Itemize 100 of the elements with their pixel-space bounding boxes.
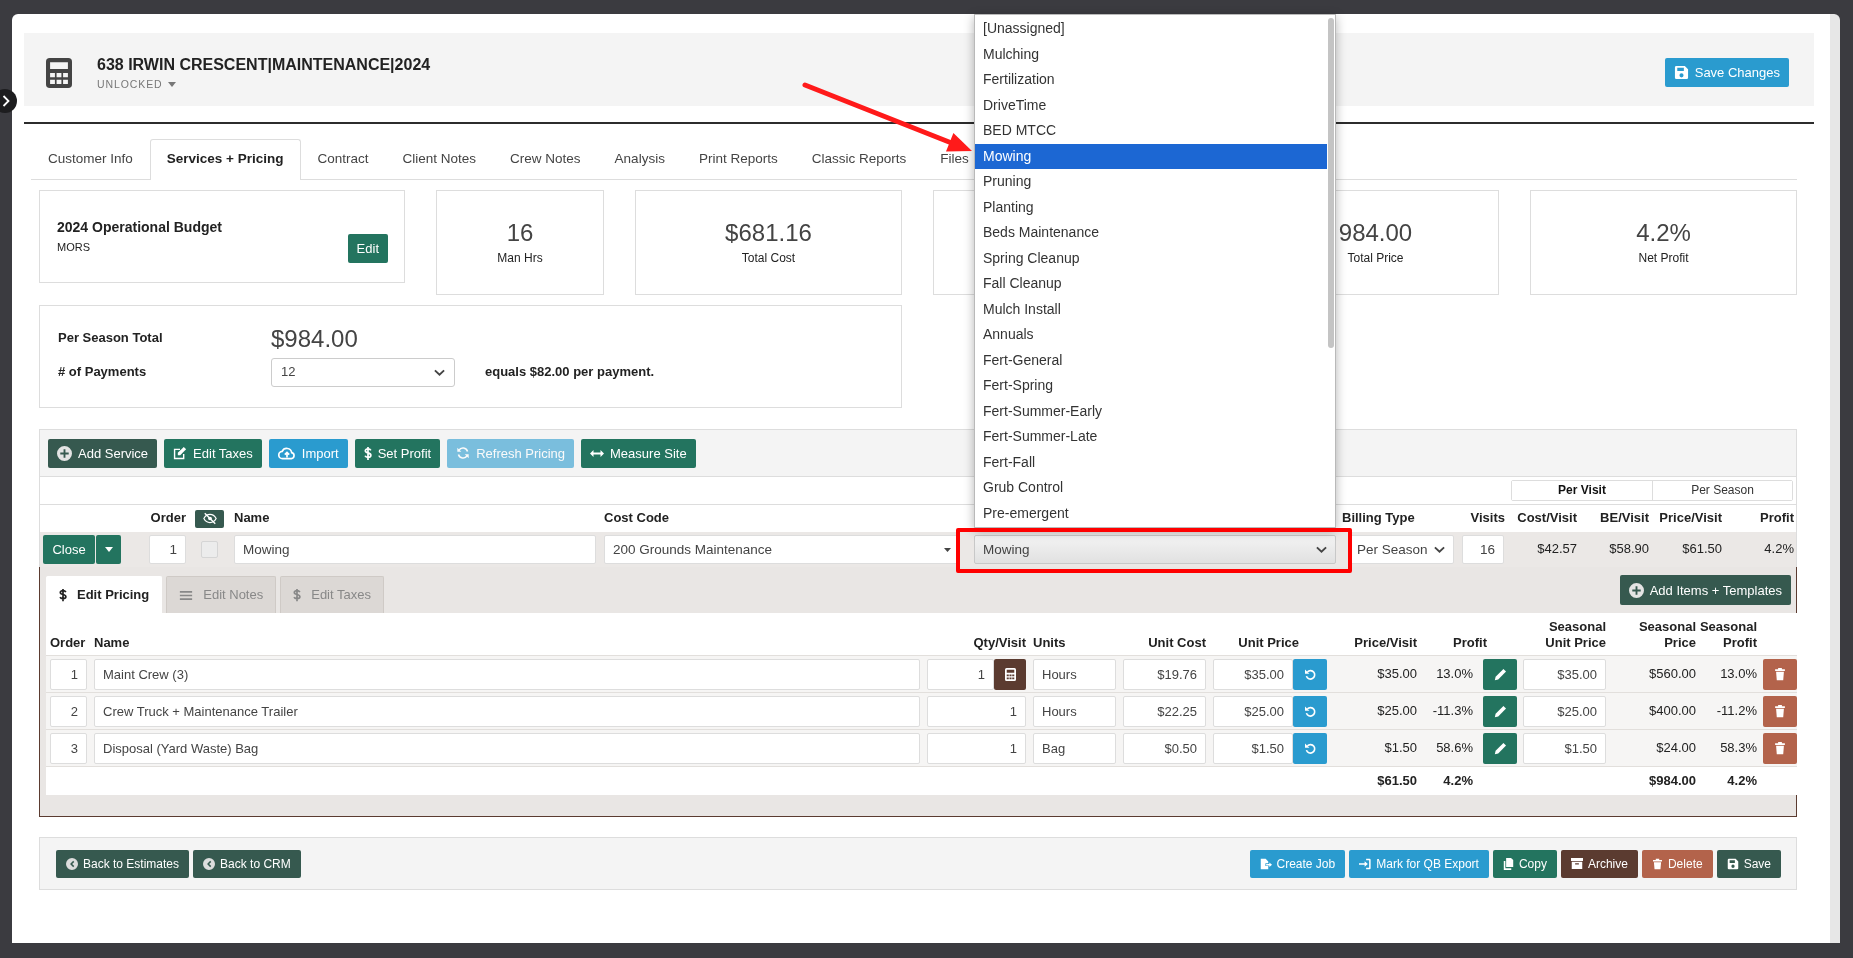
trash-icon (1774, 741, 1786, 755)
menu-option[interactable]: BED MTCC (975, 118, 1327, 144)
menu-option[interactable]: Beds Maintenance (975, 220, 1327, 246)
column-header: Units (1033, 635, 1066, 651)
seasonal-unit-price-field[interactable]: $25.00 (1523, 695, 1606, 727)
column-header: Order (50, 635, 86, 651)
archive-icon (1570, 858, 1583, 869)
menu-option[interactable]: Fert-Summer-Early (975, 398, 1327, 424)
menu-option[interactable]: Planting (975, 194, 1327, 220)
add-items-button[interactable]: Add Items + Templates (1619, 575, 1791, 605)
tab[interactable]: Edit Pricing (46, 576, 163, 613)
edit-profit-button[interactable] (1483, 695, 1517, 727)
quantity-field[interactable]: 1 (927, 732, 1026, 764)
menu-option[interactable]: [Unassigned] (975, 16, 1327, 42)
unit-price-field[interactable]: $1.50 (1213, 732, 1293, 764)
reset-price-button[interactable] (1293, 732, 1327, 764)
column-header: BE/Visit (1600, 510, 1649, 527)
menu-option[interactable]: Annuals (975, 322, 1327, 348)
item-name-field[interactable]: Crew Truck + Maintenance Trailer (94, 695, 920, 727)
measure-site-button[interactable]: Measure Site (581, 438, 696, 468)
close-options-button[interactable] (96, 535, 121, 564)
tab[interactable]: Print Reports (681, 139, 795, 179)
item-name-field[interactable]: Maint Crew (3) (94, 658, 920, 690)
quantity-field[interactable]: 1 (927, 695, 1026, 727)
tab[interactable]: Classic Reports (794, 139, 924, 179)
order-field[interactable]: 1 (50, 658, 87, 690)
delete-button[interactable]: Delete (1641, 849, 1713, 878)
price-per-visit-text: $25.00 (1377, 702, 1417, 720)
stat-value: 16 (506, 219, 534, 247)
menu-option[interactable]: Fert-Spring (975, 373, 1327, 399)
toggle-option[interactable]: Per Season (1652, 481, 1792, 500)
menu-option[interactable]: Fert-Summer-Late (975, 424, 1327, 450)
item-name-field[interactable]: Disposal (Yard Waste) Bag (94, 732, 920, 764)
scrollbar-thumb[interactable] (1328, 18, 1334, 348)
order-field[interactable]: 1 (149, 535, 186, 564)
unit-price-field[interactable]: $35.00 (1213, 658, 1293, 690)
reset-price-button[interactable] (1293, 658, 1327, 690)
back-to-crm-button[interactable]: Back to CRM (193, 849, 301, 878)
edit-profit-button[interactable] (1483, 732, 1517, 764)
archive-button[interactable]: Archive (1560, 849, 1638, 878)
units-field[interactable]: Hours (1033, 658, 1116, 690)
save-button[interactable]: Save (1716, 849, 1781, 878)
menu-option[interactable]: Fert-General (975, 347, 1327, 373)
hide-columns-button[interactable] (195, 509, 224, 528)
set-profit-button[interactable]: Set Profit (354, 438, 441, 468)
order-field[interactable]: 2 (50, 695, 87, 727)
menu-option[interactable]: Fertilization (975, 67, 1327, 93)
menu-option[interactable]: Pruning (975, 169, 1327, 195)
menu-option[interactable]: Fall Cleanup (975, 271, 1327, 297)
menu-option[interactable]: Mulching (975, 41, 1327, 67)
seasonal-profit-text: -11.2% (1716, 702, 1757, 720)
menu-option[interactable]: Spring Cleanup (975, 245, 1327, 271)
payments-select[interactable]: 12 (271, 358, 455, 387)
menu-option[interactable]: DriveTime (975, 92, 1327, 118)
add-service-button[interactable]: Add Service (48, 438, 158, 468)
quantity-field[interactable]: 1 (927, 658, 994, 690)
order-field[interactable]: 3 (50, 732, 87, 764)
unit-cost-field[interactable]: $22.25 (1123, 695, 1206, 727)
edit-button[interactable]: Edit (347, 234, 388, 263)
edit-taxes-button[interactable]: Edit Taxes (164, 438, 262, 468)
total-seasonal-profit-text: 4.2% (1727, 772, 1757, 790)
delete-row-button[interactable] (1763, 658, 1797, 690)
seasonal-price-text: $560.00 (1649, 665, 1696, 683)
service-name-field[interactable]: Mowing (234, 535, 596, 564)
visits-field[interactable]: 16 (1462, 535, 1504, 564)
edit-icon (173, 446, 188, 460)
close-button[interactable]: Close (43, 535, 95, 564)
chevron-right-icon[interactable] (0, 89, 17, 113)
seasonal-unit-price-field[interactable]: $35.00 (1523, 658, 1606, 690)
tab[interactable]: Services + Pricing (149, 139, 301, 180)
menu-option[interactable]: Grub Control (975, 475, 1327, 501)
unit-price-field[interactable]: $25.00 (1213, 695, 1293, 727)
column-header: Profit (1453, 635, 1487, 651)
stat-value: 4.2% (1636, 219, 1691, 247)
service-select[interactable]: Mowing (974, 535, 1336, 564)
menu-option[interactable]: Mulch Install (975, 296, 1327, 322)
copy-button[interactable]: Copy (1492, 849, 1557, 878)
tab[interactable]: Analysis (597, 139, 682, 179)
calculator-button[interactable] (994, 658, 1026, 690)
reset-price-button[interactable] (1293, 695, 1327, 727)
delete-row-button[interactable] (1763, 732, 1797, 764)
unit-cost-field[interactable]: $19.76 (1123, 658, 1206, 690)
back-to-estimates-button[interactable]: Back to Estimates (56, 849, 190, 878)
edit-profit-button[interactable] (1483, 658, 1517, 690)
unit-cost-field[interactable]: $0.50 (1123, 732, 1206, 764)
delete-row-button[interactable] (1763, 695, 1797, 727)
tab[interactable]: Customer Info (31, 139, 150, 179)
menu-option[interactable]: Fert-Fall (975, 449, 1327, 475)
units-field[interactable]: Bag (1033, 732, 1116, 764)
lock-status-toggle[interactable]: UNLOCKED (97, 77, 176, 91)
budget-subtitle: MORS (57, 240, 90, 254)
trash-icon (1651, 857, 1663, 870)
tab[interactable]: Contract (300, 139, 386, 179)
tab[interactable]: Client Notes (385, 139, 494, 179)
menu-option[interactable]: Mowing (975, 143, 1327, 169)
tab[interactable]: Crew Notes (493, 139, 598, 179)
seasonal-unit-price-field[interactable]: $1.50 (1523, 732, 1606, 764)
units-field[interactable]: Hours (1033, 695, 1116, 727)
menu-option[interactable]: Pre-emergent (975, 500, 1327, 526)
dollar-icon (59, 588, 67, 602)
